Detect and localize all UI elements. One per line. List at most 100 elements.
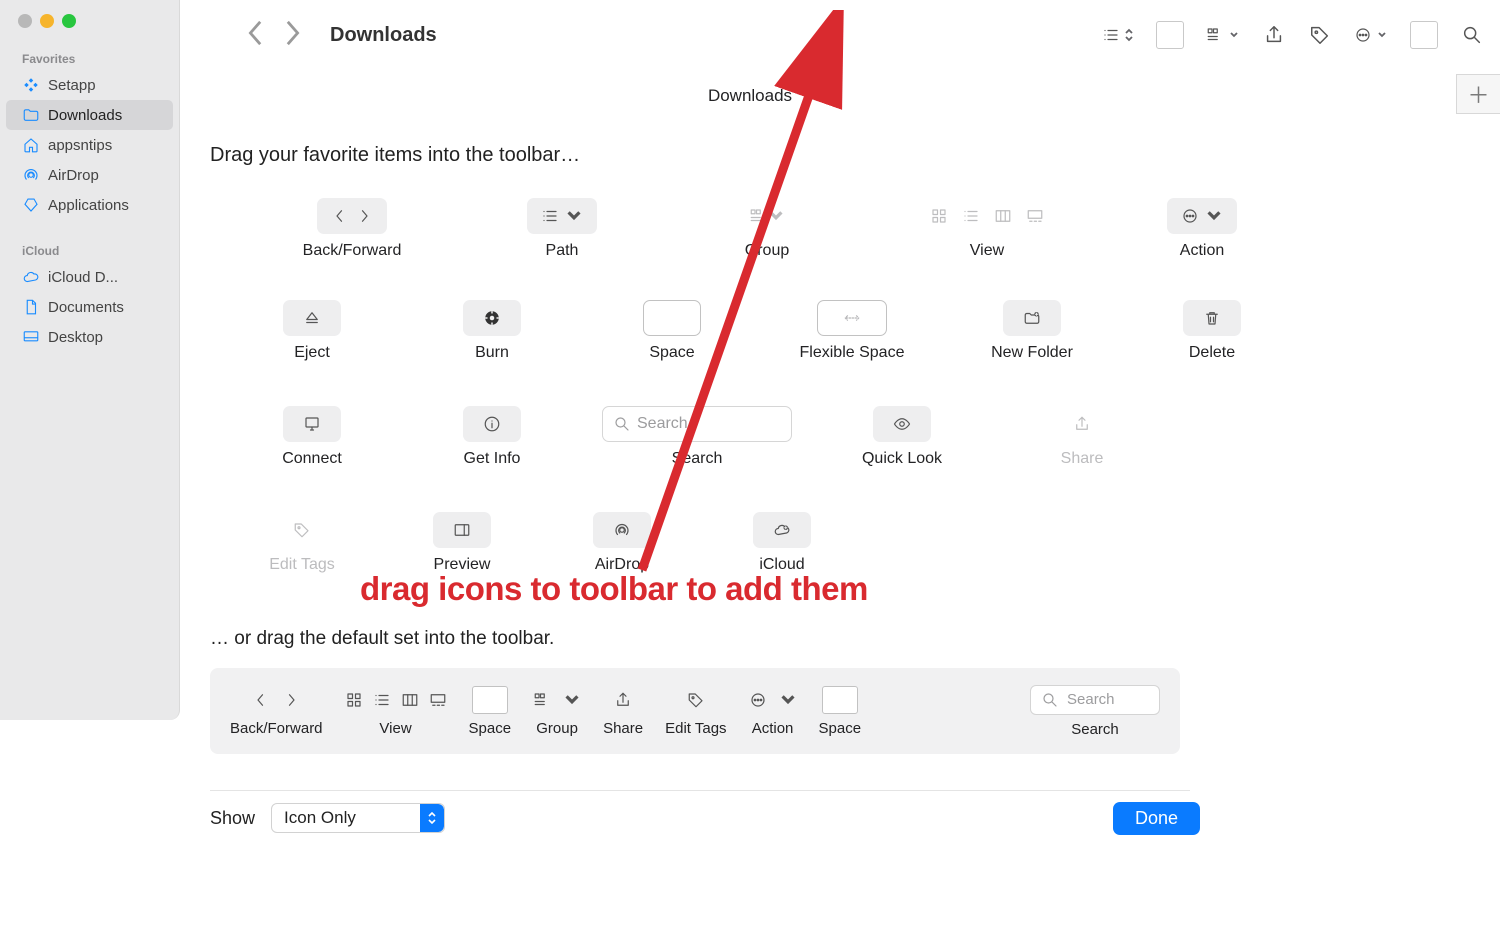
gallery-view-icon xyxy=(429,691,447,709)
list-view-icon xyxy=(962,207,980,225)
maximize-window-button[interactable] xyxy=(62,14,76,28)
ds-edit-tags[interactable]: Edit Tags xyxy=(665,686,726,737)
icons-view-icon xyxy=(345,691,363,709)
search-icon xyxy=(613,415,631,433)
eject-icon xyxy=(303,309,321,327)
palette-item-quick-look[interactable]: Quick Look xyxy=(812,406,992,468)
chevron-right-icon xyxy=(282,691,300,709)
sidebar-item-downloads[interactable]: Downloads xyxy=(6,100,173,130)
palette-item-share[interactable]: Share xyxy=(992,406,1172,468)
chevron-left-icon xyxy=(331,207,349,225)
chevron-down-icon xyxy=(767,207,785,225)
palette-item-back-forward[interactable]: Back/Forward xyxy=(242,198,462,260)
sidebar-item-setapp[interactable]: Setapp xyxy=(0,70,179,100)
sidebar-item-label: Documents xyxy=(48,299,124,316)
palette-item-burn[interactable]: Burn xyxy=(402,300,582,362)
sidebar-item-label: Desktop xyxy=(48,329,103,346)
ds-share[interactable]: Share xyxy=(603,686,643,737)
palette-item-airdrop[interactable]: AirDrop xyxy=(542,512,702,574)
minimize-window-button[interactable] xyxy=(40,14,54,28)
palette-item-delete[interactable]: Delete xyxy=(1122,300,1302,362)
ds-space[interactable]: Space xyxy=(469,686,512,737)
search-icon xyxy=(1461,24,1483,46)
icons-view-icon xyxy=(930,207,948,225)
palette-item-connect[interactable]: Connect xyxy=(222,406,402,468)
instruction-text: Drag your favorite items into the toolba… xyxy=(210,144,580,167)
ds-view[interactable]: View xyxy=(345,686,447,737)
sidebar-item-label: appsntips xyxy=(48,137,112,154)
list-icon xyxy=(1102,26,1120,44)
airdrop-icon xyxy=(613,521,631,539)
toolbar-view-button[interactable] xyxy=(1102,26,1134,44)
palette-item-group[interactable]: Group xyxy=(662,198,872,260)
columns-view-icon xyxy=(401,691,419,709)
list-view-icon xyxy=(373,691,391,709)
sidebar-section-header: Favorites xyxy=(0,28,179,70)
palette-item-get-info[interactable]: Get Info xyxy=(402,406,582,468)
connect-icon xyxy=(303,415,321,433)
cloud-icon xyxy=(22,268,40,286)
sidebar-item-desktop[interactable]: Desktop xyxy=(0,322,179,352)
new-tab-button[interactable]: ＋ xyxy=(1456,74,1500,114)
sidebar-section-header: iCloud xyxy=(0,220,179,262)
close-window-button[interactable] xyxy=(18,14,32,28)
gallery-view-icon xyxy=(1026,207,1044,225)
palette-item-view[interactable]: View xyxy=(872,198,1102,260)
palette-item-eject[interactable]: Eject xyxy=(222,300,402,362)
finder-window: Favorites Setapp Downloads appsntips Air… xyxy=(0,0,1500,932)
toolbar-items-palette: Back/Forward Path Group xyxy=(222,180,1352,574)
toolbar-group-button[interactable] xyxy=(1206,26,1240,44)
palette-item-new-folder[interactable]: New Folder xyxy=(942,300,1122,362)
palette-item-edit-tags[interactable]: Edit Tags xyxy=(222,512,382,574)
action-icon xyxy=(1181,207,1199,225)
ds-back-forward[interactable]: Back/Forward xyxy=(230,686,323,737)
palette-item-action[interactable]: Action xyxy=(1102,198,1302,260)
toolbar-space-placeholder[interactable] xyxy=(1410,21,1438,49)
preview-icon xyxy=(453,521,471,539)
window-controls xyxy=(0,0,179,28)
toolbar-tags-button[interactable] xyxy=(1308,24,1332,46)
bottom-controls: Show Icon Only Done xyxy=(210,796,1200,840)
toolbar-action-button[interactable] xyxy=(1354,26,1388,44)
tag-icon xyxy=(1309,24,1331,46)
done-button[interactable]: Done xyxy=(1113,802,1200,835)
palette-item-search[interactable]: SearchSearch xyxy=(582,406,812,468)
palette-item-preview[interactable]: Preview xyxy=(382,512,542,574)
back-button[interactable] xyxy=(246,19,266,52)
sidebar-item-appsntips[interactable]: appsntips xyxy=(0,130,179,160)
ds-space[interactable]: Space xyxy=(819,686,862,737)
toolbar-space-placeholder[interactable] xyxy=(1156,21,1184,49)
burn-icon xyxy=(483,309,501,327)
palette-item-space[interactable]: Space xyxy=(582,300,762,362)
ds-action[interactable]: Action xyxy=(749,686,797,737)
group-icon xyxy=(1206,26,1224,44)
instruction-text: … or drag the default set into the toolb… xyxy=(210,628,554,650)
tag-icon xyxy=(687,691,705,709)
sidebar-item-applications[interactable]: Applications xyxy=(0,190,179,220)
sidebar-item-label: Downloads xyxy=(48,107,122,124)
house-icon xyxy=(22,136,40,154)
toolbar-search-button[interactable] xyxy=(1460,24,1484,46)
search-icon xyxy=(1041,691,1059,709)
palette-item-flexible-space[interactable]: Flexible Space xyxy=(762,300,942,362)
sidebar-item-airdrop[interactable]: AirDrop xyxy=(0,160,179,190)
palette-item-path[interactable]: Path xyxy=(462,198,662,260)
ds-search[interactable]: SearchSearch xyxy=(1030,685,1160,738)
show-select[interactable]: Icon Only xyxy=(271,803,445,833)
document-icon xyxy=(22,298,40,316)
chevron-right-icon xyxy=(355,207,373,225)
ds-group[interactable]: Group xyxy=(533,686,581,737)
default-toolbar-set[interactable]: Back/Forward View Space Group Share Edit… xyxy=(210,668,1180,754)
sidebar-item-label: AirDrop xyxy=(48,167,99,184)
forward-button[interactable] xyxy=(282,19,302,52)
toolbar-share-button[interactable] xyxy=(1262,24,1286,46)
show-label: Show xyxy=(210,808,255,829)
tab-title: Downloads xyxy=(708,86,792,106)
sidebar-item-icloud-drive[interactable]: iCloud D... xyxy=(0,262,179,292)
sidebar-item-documents[interactable]: Documents xyxy=(0,292,179,322)
palette-item-icloud[interactable]: iCloud xyxy=(702,512,862,574)
plus-icon: ＋ xyxy=(1467,78,1489,110)
divider xyxy=(210,790,1190,791)
folder-icon xyxy=(22,106,40,124)
sidebar-item-label: Applications xyxy=(48,197,129,214)
